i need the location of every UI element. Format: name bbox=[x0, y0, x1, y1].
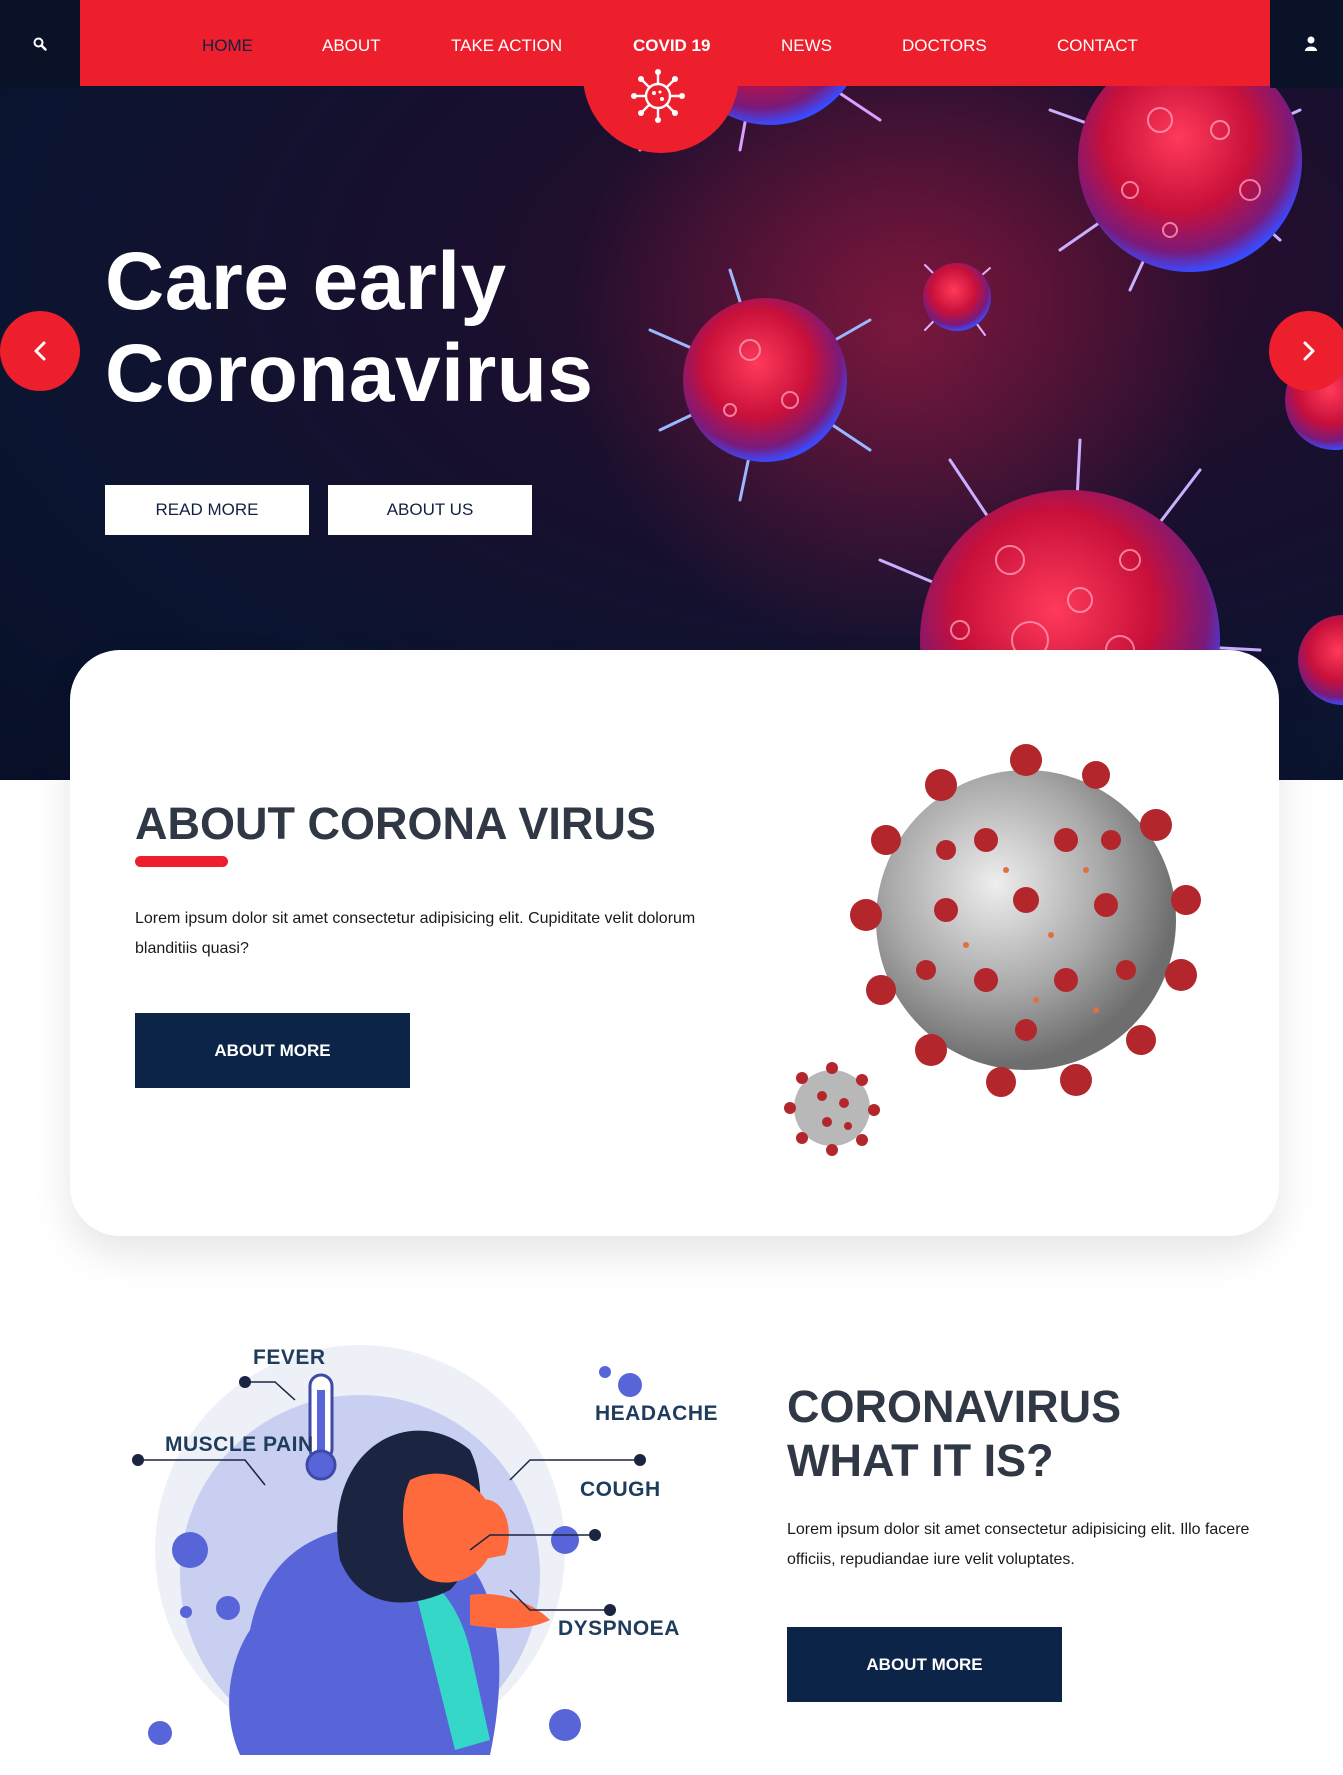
nav-take-action[interactable]: TAKE ACTION bbox=[451, 36, 562, 56]
about-text: Lorem ipsum dolor sit amet consectetur a… bbox=[135, 910, 696, 957]
search-icon[interactable] bbox=[33, 37, 47, 51]
title-underline bbox=[135, 856, 228, 867]
nav-contact[interactable]: CONTACT bbox=[1057, 36, 1138, 56]
what-it-is-text: Lorem ipsum dolor sit amet consectetur a… bbox=[787, 1521, 1250, 1568]
nav-news[interactable]: NEWS bbox=[781, 36, 832, 56]
what-title-line2: WHAT IT IS? bbox=[787, 1435, 1054, 1486]
hero-title: Care early Coronavirus bbox=[105, 236, 594, 420]
left-nav-bar bbox=[0, 0, 80, 88]
symptom-fever: FEVER bbox=[253, 1346, 326, 1369]
read-more-button[interactable]: READ MORE bbox=[105, 485, 309, 535]
symptom-dyspnoea: DYSPNOEA bbox=[558, 1617, 680, 1640]
user-icon[interactable] bbox=[1304, 36, 1318, 52]
symptom-muscle-pain: MUSCLE PAIN bbox=[165, 1433, 314, 1456]
what-it-is-title: CORONAVIRUS WHAT IT IS? bbox=[787, 1380, 1121, 1488]
virus-icon[interactable] bbox=[629, 67, 687, 125]
hero-title-line2: Coronavirus bbox=[105, 328, 594, 419]
what-about-more-button[interactable]: ABOUT MORE bbox=[787, 1627, 1062, 1702]
slider-prev-button[interactable] bbox=[0, 311, 80, 391]
hero-title-line1: Care early bbox=[105, 236, 507, 327]
nav-doctors[interactable]: DOCTORS bbox=[902, 36, 987, 56]
right-nav-bar bbox=[1270, 0, 1343, 88]
nav-about[interactable]: ABOUT bbox=[322, 36, 381, 56]
what-title-line1: CORONAVIRUS bbox=[787, 1381, 1122, 1432]
chevron-right-icon bbox=[1303, 341, 1315, 361]
chevron-left-icon bbox=[34, 341, 46, 361]
about-title: ABOUT CORONA VIRUS bbox=[135, 798, 656, 849]
symptom-headache: HEADACHE bbox=[595, 1402, 719, 1425]
nav-home[interactable]: HOME bbox=[202, 36, 253, 56]
slider-next-button[interactable] bbox=[1269, 311, 1343, 391]
symptoms-illustration bbox=[132, 1345, 646, 1755]
symptom-cough: COUGH bbox=[580, 1478, 661, 1501]
coronavirus-image bbox=[850, 744, 1201, 1097]
coronavirus-small-image bbox=[784, 1062, 880, 1156]
about-us-button[interactable]: ABOUT US bbox=[328, 485, 532, 535]
nav-covid-19[interactable]: COVID 19 bbox=[633, 36, 710, 56]
about-more-button[interactable]: ABOUT MORE bbox=[135, 1013, 410, 1088]
